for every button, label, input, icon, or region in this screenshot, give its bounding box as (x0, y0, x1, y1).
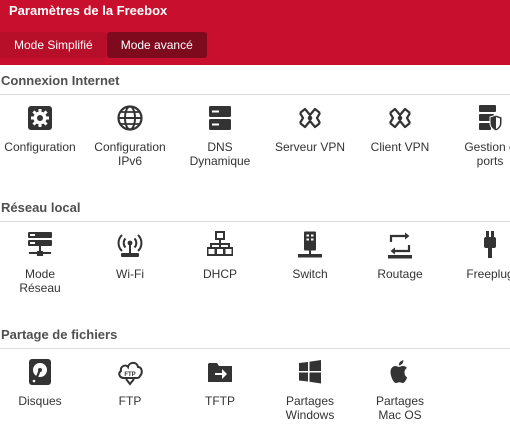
tile-serveur-vpn[interactable]: Serveur VPN (265, 104, 355, 154)
globe-icon (117, 105, 143, 131)
tile-disques[interactable]: Disques (0, 358, 85, 408)
tile-label: Freeplug (466, 267, 510, 281)
plug-icon (484, 231, 496, 258)
dhcp-network-icon (207, 231, 233, 256)
tile-dhcp[interactable]: DHCP (175, 231, 265, 281)
section-connexion-internet: Connexion Internet Configuration Configu… (0, 73, 510, 168)
tile-switch[interactable]: Switch (265, 231, 355, 281)
tile-configuration-ipv6[interactable]: Configuration IPv6 (85, 104, 175, 168)
tile-dns-dynamique[interactable]: DNS Dynamique (175, 104, 265, 168)
switch-tower-icon (298, 231, 322, 258)
tile-mode-reseau[interactable]: Mode Réseau (0, 231, 85, 295)
port-shield-icon (479, 105, 503, 132)
svg-text:FTP: FTP (124, 372, 135, 378)
ftp-cloud-icon: FTP (118, 361, 143, 386)
tab-mode-avance[interactable]: Mode avancé (106, 32, 207, 58)
section-partage-fichiers: Partage de fichiers Disques FTP FTP TFTP… (0, 327, 510, 422)
gear-icon (28, 106, 52, 130)
tab-mode-simplifie[interactable]: Mode Simplifié (0, 32, 107, 58)
tile-label: FTP (118, 394, 142, 408)
disk-icon (29, 359, 51, 385)
tile-label: DHCP (202, 267, 237, 281)
tile-configuration[interactable]: Configuration (0, 104, 85, 154)
windows-icon (299, 360, 321, 384)
section-title: Partage de fichiers (1, 327, 118, 342)
tile-label: Client VPN (370, 140, 430, 154)
tile-client-vpn[interactable]: Client VPN (355, 104, 445, 154)
page-title: Paramètres de la Freebox (9, 3, 168, 18)
tile-ftp[interactable]: FTP FTP (85, 358, 175, 408)
apple-icon (390, 360, 408, 383)
tile-label: Wi-Fi (116, 267, 144, 281)
tile-label: Disques (18, 394, 62, 408)
tile-routage[interactable]: Routage (355, 231, 445, 281)
tile-tftp[interactable]: TFTP (175, 358, 265, 408)
vpn-icon (389, 107, 411, 129)
vpn-icon (299, 107, 321, 129)
tile-gestion-ports[interactable]: Gestion d ports (445, 104, 510, 168)
tftp-folder-icon (208, 363, 232, 382)
section-reseau-local: Réseau local Mode Réseau Wi-Fi DHCP Swit… (0, 200, 510, 295)
tile-label: Serveur VPN (274, 140, 346, 154)
tile-label: Partages Windows (285, 394, 335, 422)
tile-label: DNS Dynamique (189, 140, 251, 168)
network-mode-icon (28, 232, 52, 256)
tile-label: TFTP (205, 394, 235, 408)
tile-partages-windows[interactable]: Partages Windows (265, 358, 355, 422)
section-divider (0, 348, 510, 349)
mode-tabs: Mode Simplifié Mode avancé (0, 32, 207, 59)
tile-label: Mode Réseau (19, 267, 61, 295)
section-divider (0, 94, 510, 95)
tile-partages-macos[interactable]: Partages Mac OS (355, 358, 445, 422)
tile-label: Configuration (4, 140, 76, 154)
tile-label: Switch (292, 267, 328, 281)
app-header: Paramètres de la Freebox Mode Simplifié … (0, 0, 510, 65)
tile-label: Routage (377, 267, 423, 281)
section-title: Réseau local (1, 200, 81, 215)
tile-label: Configuration IPv6 (94, 140, 166, 168)
section-divider (0, 221, 510, 222)
server-icon (209, 106, 231, 130)
tile-label: Gestion d ports (464, 140, 510, 168)
tile-freeplug[interactable]: Freeplug (445, 231, 510, 281)
section-title: Connexion Internet (1, 73, 120, 88)
routing-icon (388, 232, 412, 259)
wifi-antenna-icon (117, 234, 143, 257)
tile-label: Partages Mac OS (375, 394, 425, 422)
tile-wifi[interactable]: Wi-Fi (85, 231, 175, 281)
